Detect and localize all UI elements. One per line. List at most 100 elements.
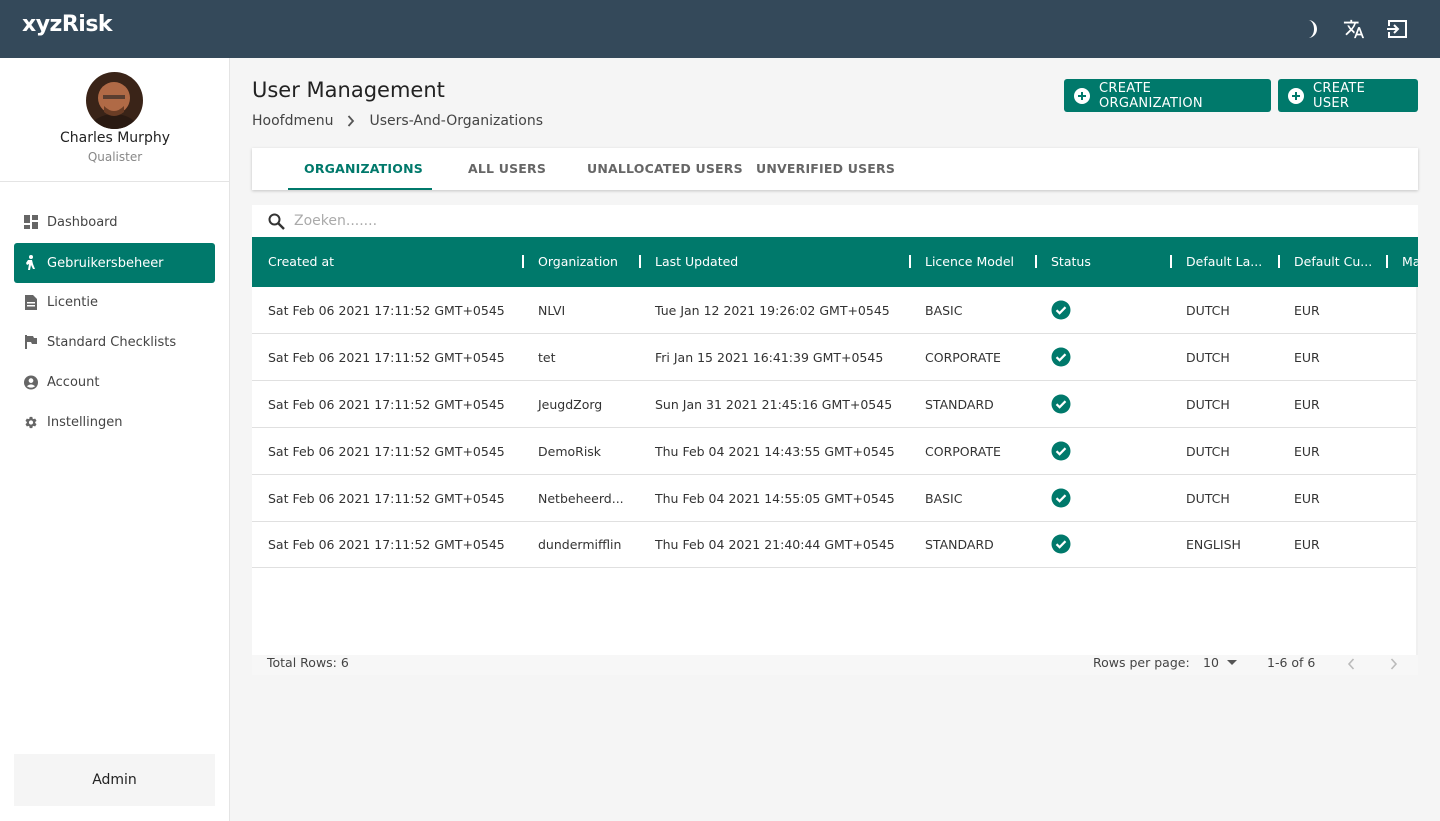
column-resize-handle[interactable] [522,255,524,268]
dashboard-icon [24,215,38,229]
cell-default-currency: EUR [1294,397,1320,412]
column-header-last-updated[interactable]: Last Updated [655,254,738,269]
tab-all-users[interactable]: ALL USERS [468,148,546,190]
check-circle-icon [1051,394,1071,414]
cell-default-language: DUTCH [1186,491,1230,506]
cell-last-updated: Thu Feb 04 2021 14:55:05 GMT+0545 [655,491,895,506]
search-icon [268,213,285,234]
breadcrumb-item-home[interactable]: Hoofdmenu [252,113,333,129]
chevron-left-icon [1347,658,1355,670]
cell-created-at: Sat Feb 06 2021 17:11:52 GMT+0545 [268,303,505,318]
sidebar: Charles Murphy Qualister Dashboard Gebru… [0,58,230,821]
sidebar-item-label: Instellingen [47,414,123,430]
user-name: Charles Murphy [60,130,170,146]
tab-unverified-users[interactable]: UNVERIFIED USERS [756,148,895,190]
next-page-button[interactable] [1386,656,1402,672]
search-bar [252,205,1418,237]
table-header: Created at Organization Last Updated Lic… [252,237,1418,287]
check-circle-icon [1051,441,1071,461]
cell-status [1051,394,1071,417]
sidebar-item-licentie[interactable]: Licentie [14,282,215,322]
flag-icon [24,335,38,349]
cell-last-updated: Tue Jan 12 2021 19:26:02 GMT+0545 [655,303,890,318]
dark-mode-icon[interactable] [1298,17,1322,41]
table-row[interactable]: Sat Feb 06 2021 17:11:52 GMT+0545 JeugdZo… [252,381,1416,428]
breadcrumb: Hoofdmenu Users-And-Organizations [252,113,543,129]
table-right-edge [1416,287,1418,655]
add-circle-icon [1074,87,1090,104]
person-icon [24,255,38,270]
check-circle-icon [1051,488,1071,508]
table-row[interactable]: Sat Feb 06 2021 17:11:52 GMT+0545 DemoRis… [252,428,1416,475]
rows-per-page-select[interactable]: 10 [1203,655,1237,670]
cell-last-updated: Fri Jan 15 2021 16:41:39 GMT+0545 [655,350,884,365]
sidebar-item-gebruikersbeheer[interactable]: Gebruikersbeheer [14,243,215,283]
cell-licence-model: BASIC [925,491,963,506]
translate-icon[interactable] [1342,17,1366,41]
table-row[interactable]: Sat Feb 06 2021 17:11:52 GMT+0545 Netbehe… [252,475,1416,522]
search-input[interactable] [294,211,894,231]
column-header-organization[interactable]: Organization [538,254,618,269]
cell-organization: NLVI [538,303,566,318]
table-row[interactable]: Sat Feb 06 2021 17:11:52 GMT+0545 tet Fri … [252,334,1416,381]
create-organization-button[interactable]: CREATE ORGANIZATION [1064,79,1271,112]
sidebar-item-dashboard[interactable]: Dashboard [14,202,215,242]
sidebar-item-standard-checklists[interactable]: Standard Checklists [14,322,215,362]
column-header-created-at[interactable]: Created at [268,254,334,269]
tab-organizations[interactable]: ORGANIZATIONS [304,148,423,190]
cell-licence-model: STANDARD [925,537,994,552]
cell-created-at: Sat Feb 06 2021 17:11:52 GMT+0545 [268,537,505,552]
sidebar-item-label: Dashboard [47,214,118,230]
cell-status [1051,441,1071,464]
cell-last-updated: Sun Jan 31 2021 21:45:16 GMT+0545 [655,397,893,412]
add-circle-icon [1288,87,1304,104]
cell-created-at: Sat Feb 06 2021 17:11:52 GMT+0545 [268,444,505,459]
column-resize-handle[interactable] [1035,255,1037,268]
cell-created-at: Sat Feb 06 2021 17:11:52 GMT+0545 [268,397,505,412]
column-resize-handle[interactable] [639,255,641,268]
chevron-right-icon [347,115,355,127]
cell-organization: JeugdZorg [538,397,603,412]
sidebar-item-label: Licentie [47,294,98,310]
cell-status [1051,300,1071,323]
total-rows: Total Rows: 6 [267,655,349,670]
column-resize-handle[interactable] [1170,255,1172,268]
account-circle-icon [24,375,38,389]
cell-licence-model: BASIC [925,303,963,318]
table-row[interactable]: Sat Feb 06 2021 17:11:52 GMT+0545 NLVI Tue… [252,287,1416,334]
document-icon [24,294,38,310]
check-circle-icon [1051,300,1071,320]
previous-page-button[interactable] [1343,656,1359,672]
column-header-licence-model[interactable]: Licence Model [925,254,1014,269]
top-bar: xyzRisk [0,0,1440,58]
sidebar-divider [0,181,230,182]
cell-last-updated: Thu Feb 04 2021 21:40:44 GMT+0545 [655,537,895,552]
column-header-truncated[interactable]: Ma [1402,254,1418,269]
dropdown-arrow-icon [1226,659,1237,666]
cell-default-currency: EUR [1294,537,1320,552]
sidebar-item-instellingen[interactable]: Instellingen [14,402,215,442]
column-resize-handle[interactable] [1386,255,1388,268]
column-resize-handle[interactable] [1278,255,1280,268]
tab-unallocated-users[interactable]: UNALLOCATED USERS [587,148,743,190]
cell-default-language: DUTCH [1186,350,1230,365]
column-header-status[interactable]: Status [1051,254,1091,269]
chevron-right-icon [1390,658,1398,670]
create-user-label: CREATE USER [1313,80,1366,111]
cell-status [1051,488,1071,511]
cell-licence-model: CORPORATE [925,350,1001,365]
cell-licence-model: CORPORATE [925,444,1001,459]
table-row[interactable]: Sat Feb 06 2021 17:11:52 GMT+0545 dunderm… [252,521,1416,568]
admin-label[interactable]: Admin [14,754,215,806]
cell-default-language: ENGLISH [1186,537,1241,552]
breadcrumb-item-current: Users-And-Organizations [369,113,544,129]
sidebar-item-label: Standard Checklists [47,334,177,350]
column-header-default-currency[interactable]: Default Cu... [1294,254,1372,269]
cell-last-updated: Thu Feb 04 2021 14:43:55 GMT+0545 [655,444,895,459]
sidebar-item-account[interactable]: Account [14,362,215,402]
column-resize-handle[interactable] [909,255,911,268]
avatar[interactable] [86,72,143,129]
create-user-button[interactable]: CREATE USER [1278,79,1418,112]
logout-icon[interactable] [1385,17,1409,41]
column-header-default-language[interactable]: Default La... [1186,254,1262,269]
